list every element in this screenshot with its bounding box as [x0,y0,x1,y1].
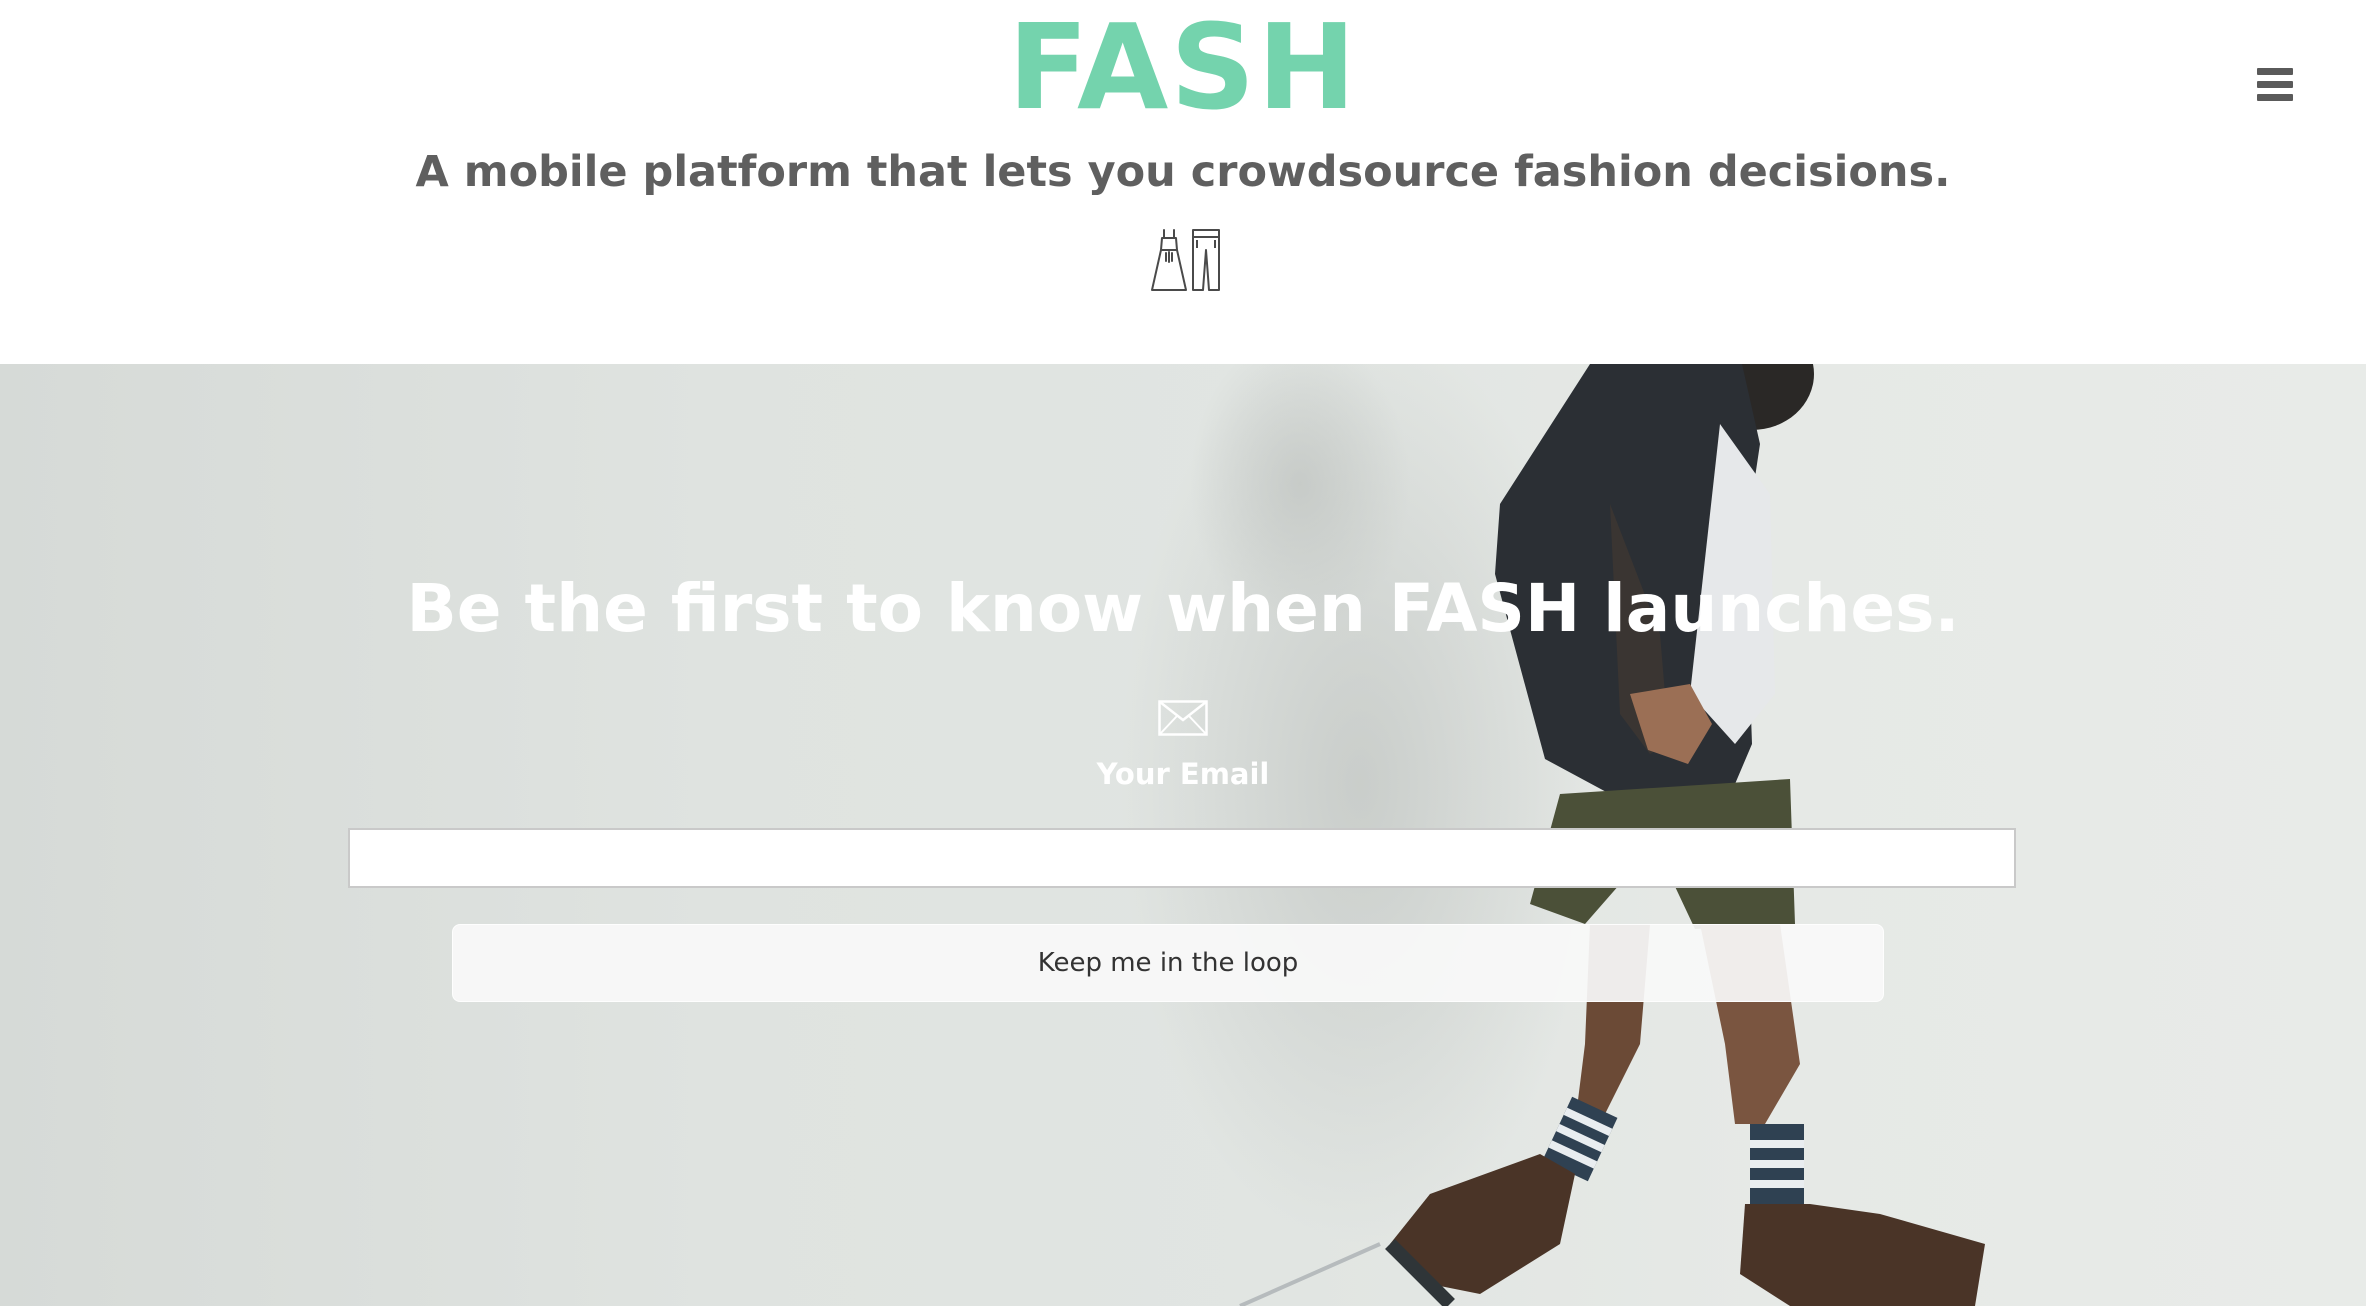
email-label: Your Email [1096,757,1270,791]
menu-bar [2257,68,2293,75]
tagline: A mobile platform that lets you crowdsou… [415,147,1951,197]
keep-me-in-the-loop-button[interactable]: Keep me in the loop [452,924,1884,1002]
fash-landing-page: FASH A mobile platform that lets you cro… [0,0,2366,1306]
hamburger-menu-icon[interactable] [2254,68,2296,108]
site-header: FASH A mobile platform that lets you cro… [0,0,2366,364]
hero-title: Be the first to know when FASH launches. [406,570,1960,647]
menu-bar [2257,94,2293,101]
envelope-icon [1158,700,1208,736]
signup-hero: Be the first to know when FASH launches.… [0,364,2366,1306]
email-input[interactable] [348,828,2016,888]
dress-and-pants-icon [1151,229,1220,291]
menu-bar [2257,81,2293,88]
fash-logo[interactable]: FASH [0,4,2366,130]
